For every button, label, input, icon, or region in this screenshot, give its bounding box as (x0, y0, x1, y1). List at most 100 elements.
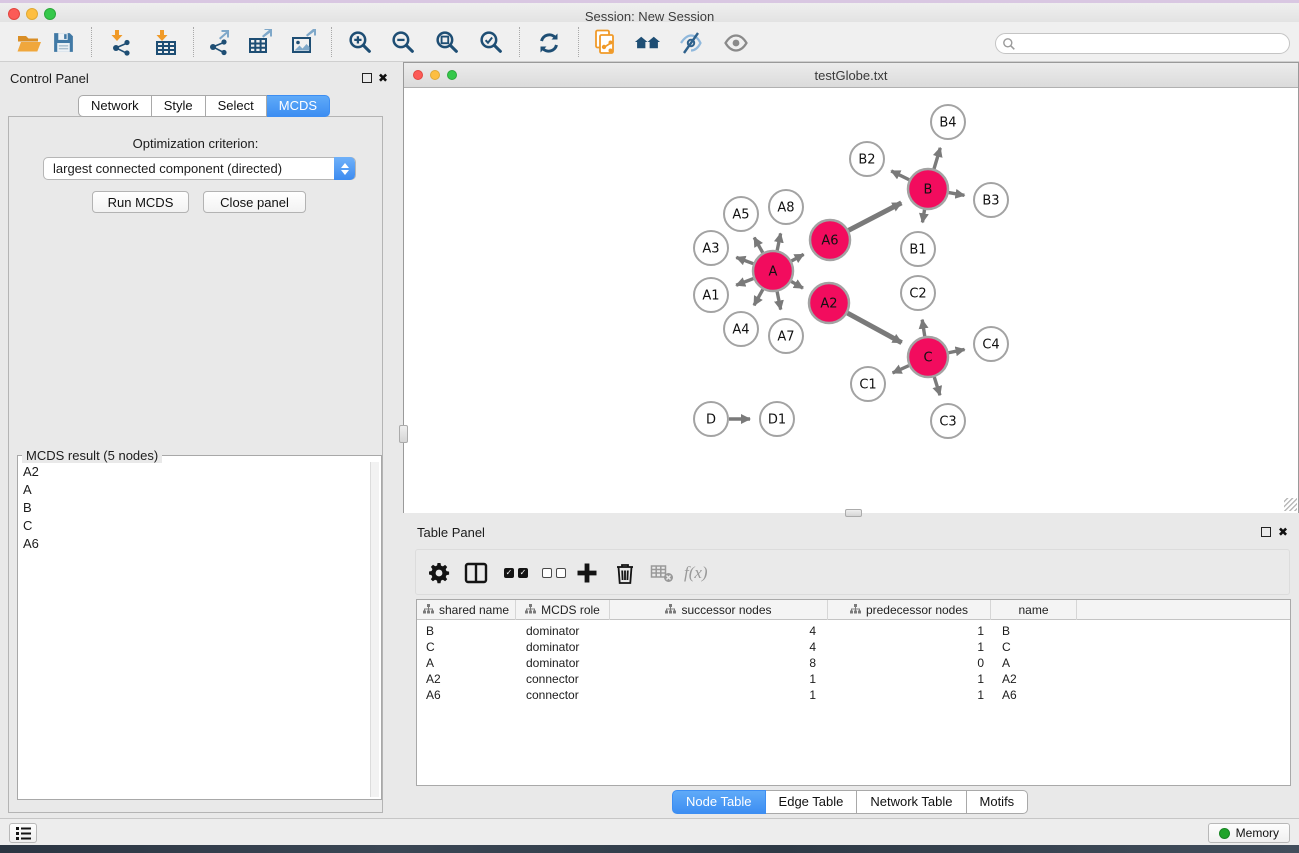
graph-edge-A-A6[interactable] (791, 254, 803, 261)
graph-node-D1[interactable]: D1 (760, 402, 794, 436)
graph-node-A4[interactable]: A4 (724, 312, 758, 346)
graph-node-C1[interactable]: C1 (851, 367, 885, 401)
graph-node-C3[interactable]: C3 (931, 404, 965, 438)
select-all-icon[interactable]: ✓✓ (504, 560, 528, 586)
graph-node-B4[interactable]: B4 (931, 105, 965, 139)
graph-edge-A-A5[interactable] (754, 238, 763, 253)
session-from-network-icon[interactable] (592, 29, 619, 56)
control-panel-float-icon[interactable] (362, 73, 372, 83)
settings-gear-icon[interactable] (428, 560, 450, 586)
node-table[interactable]: shared nameMCDS rolesuccessor nodesprede… (416, 599, 1291, 786)
hidden-panels-button[interactable] (9, 823, 37, 843)
home-layouts-icon[interactable] (634, 29, 661, 56)
graph-edge-C-C2[interactable] (922, 320, 925, 337)
graph-node-A1[interactable]: A1 (694, 278, 728, 312)
window-resize-grip[interactable] (1284, 498, 1297, 511)
graph-node-A3[interactable]: A3 (694, 231, 728, 265)
graph-edge-A2-C[interactable] (847, 313, 901, 343)
graph-node-A2[interactable]: A2 (809, 283, 849, 323)
control-panel-close-icon[interactable]: ✖ (378, 72, 388, 84)
graph-edge-B-B2[interactable] (891, 171, 909, 180)
search-input[interactable] (995, 33, 1290, 54)
import-table-icon[interactable] (152, 29, 179, 56)
graph-edge-A-A7[interactable] (777, 292, 781, 310)
column-header-name[interactable]: name (991, 600, 1077, 620)
graph-node-A7[interactable]: A7 (769, 319, 803, 353)
open-session-icon[interactable] (15, 29, 42, 56)
tab-style[interactable]: Style (152, 95, 206, 117)
import-network-icon[interactable] (107, 29, 134, 56)
table-panel-close-icon[interactable]: ✖ (1278, 526, 1288, 538)
add-column-icon[interactable] (576, 560, 598, 586)
show-graphics-details-icon[interactable] (722, 29, 749, 56)
graph-edge-A-A4[interactable] (754, 289, 763, 305)
result-scrollbar[interactable] (370, 462, 379, 797)
delete-table-icon[interactable] (650, 560, 674, 586)
window-titlebar[interactable]: Session: New Session (0, 3, 1299, 22)
graph-node-A[interactable]: A (753, 251, 793, 291)
close-panel-button[interactable]: Close panel (203, 191, 306, 213)
column-header-predecessor-nodes[interactable]: predecessor nodes (828, 600, 991, 620)
tab-edge-table[interactable]: Edge Table (766, 790, 858, 814)
network-window-titlebar[interactable]: testGlobe.txt (404, 63, 1298, 88)
graph-edge-A-A3[interactable] (736, 257, 753, 263)
graph-edge-C-C1[interactable] (893, 366, 909, 373)
graph-node-B3[interactable]: B3 (974, 183, 1008, 217)
export-network-icon[interactable] (205, 29, 232, 56)
mcds-result-list[interactable]: A2ABCA6 (18, 462, 370, 797)
panel-divider-grip[interactable] (399, 425, 408, 443)
deselect-all-icon[interactable] (542, 560, 566, 586)
graph-node-D[interactable]: D (694, 402, 728, 436)
criterion-dropdown[interactable]: largest connected component (directed) (43, 157, 356, 180)
graph-node-A6[interactable]: A6 (810, 220, 850, 260)
result-item[interactable]: A2 (18, 462, 370, 480)
zoom-fit-icon[interactable] (434, 29, 461, 56)
refresh-view-icon[interactable] (535, 29, 562, 56)
graph-node-B[interactable]: B (908, 169, 948, 209)
delete-column-icon[interactable] (615, 560, 635, 586)
table-row[interactable]: A6connector11A6 (417, 687, 1290, 703)
graph-node-A5[interactable]: A5 (724, 197, 758, 231)
tab-motifs[interactable]: Motifs (967, 790, 1029, 814)
column-header-successor-nodes[interactable]: successor nodes (610, 600, 828, 620)
tab-network[interactable]: Network (78, 95, 152, 117)
graph-edge-A-A8[interactable] (777, 233, 780, 250)
graph-node-C4[interactable]: C4 (974, 327, 1008, 361)
graph-edge-B-B1[interactable] (922, 210, 924, 223)
column-header-shared-name[interactable]: shared name (417, 600, 516, 620)
dropdown-stepper-icon[interactable] (334, 157, 355, 180)
graph-edge-A6-B[interactable] (849, 203, 902, 230)
tab-select[interactable]: Select (206, 95, 267, 117)
memory-button[interactable]: Memory (1208, 823, 1290, 843)
table-row[interactable]: Cdominator41C (417, 639, 1290, 655)
column-view-icon[interactable] (464, 560, 488, 586)
zoom-in-icon[interactable] (347, 29, 374, 56)
zoom-out-icon[interactable] (390, 29, 417, 56)
graph-node-C2[interactable]: C2 (901, 276, 935, 310)
result-item[interactable]: C (18, 516, 370, 534)
save-session-icon[interactable] (50, 29, 77, 56)
export-image-icon[interactable] (290, 29, 317, 56)
result-item[interactable]: A (18, 480, 370, 498)
export-table-icon[interactable] (247, 29, 274, 56)
graph-node-C[interactable]: C (908, 337, 948, 377)
network-graph[interactable]: B4B2BB3A8A5A6A3B1AC2A1A2A4A7C4CC1DD1C3 (404, 89, 1298, 513)
tab-network-table[interactable]: Network Table (857, 790, 966, 814)
network-canvas[interactable]: B4B2BB3A8A5A6A3B1AC2A1A2A4A7C4CC1DD1C3 (404, 89, 1298, 513)
graph-edge-B-B3[interactable] (949, 193, 965, 196)
graph-node-B1[interactable]: B1 (901, 232, 935, 266)
run-mcds-button[interactable]: Run MCDS (92, 191, 189, 213)
graph-edge-B-B4[interactable] (934, 148, 940, 169)
graph-node-A8[interactable]: A8 (769, 190, 803, 224)
zoom-selected-icon[interactable] (478, 29, 505, 56)
graph-edge-C-C3[interactable] (934, 377, 940, 395)
panel-divider-grip[interactable] (845, 509, 862, 517)
graph-edge-A-A2[interactable] (791, 281, 803, 288)
hide-graphics-details-icon[interactable] (677, 29, 704, 56)
table-panel-float-icon[interactable] (1261, 527, 1271, 537)
tab-mcds[interactable]: MCDS (267, 95, 330, 117)
graph-edge-C-C4[interactable] (949, 349, 965, 352)
table-row[interactable]: A2connector11A2 (417, 671, 1290, 687)
column-header-mcds-role[interactable]: MCDS role (516, 600, 610, 620)
tab-node-table[interactable]: Node Table (672, 790, 766, 814)
